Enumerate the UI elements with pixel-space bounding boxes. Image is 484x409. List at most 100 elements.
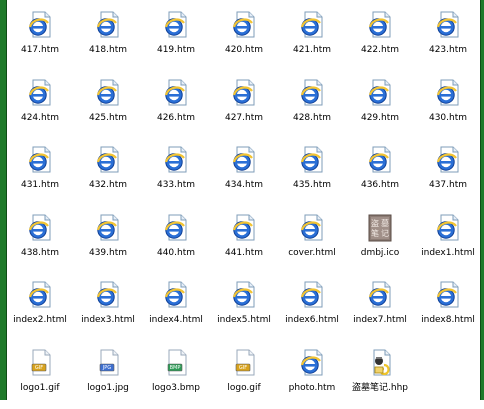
file-item[interactable]: 439.htm bbox=[75, 212, 141, 274]
html-document-icon bbox=[296, 212, 328, 244]
bmp-file-icon: BMP bbox=[160, 347, 192, 379]
html-document-icon bbox=[296, 279, 328, 311]
html-document-icon bbox=[92, 212, 124, 244]
file-item[interactable]: index1.html bbox=[415, 212, 481, 274]
file-item[interactable]: 427.htm bbox=[211, 77, 277, 139]
file-item[interactable]: 430.htm bbox=[415, 77, 481, 139]
html-document-icon bbox=[92, 144, 124, 176]
file-item[interactable]: 433.htm bbox=[143, 144, 209, 206]
file-item[interactable]: 432.htm bbox=[75, 144, 141, 206]
svg-text:GIF: GIF bbox=[239, 365, 247, 371]
html-document-icon bbox=[296, 144, 328, 176]
file-name-label: 420.htm bbox=[224, 45, 264, 55]
file-name-label: cover.html bbox=[288, 247, 336, 258]
file-item[interactable]: 437.htm bbox=[415, 144, 481, 206]
html-document-icon bbox=[296, 347, 328, 379]
html-document-icon bbox=[296, 77, 328, 109]
file-name-label: index4.html bbox=[149, 315, 203, 325]
svg-text:笔: 笔 bbox=[371, 228, 379, 238]
file-item[interactable]: photo.htm bbox=[279, 347, 345, 409]
file-name-label: index6.html bbox=[285, 315, 339, 325]
file-item[interactable]: index2.html bbox=[7, 279, 73, 341]
html-document-icon bbox=[432, 77, 464, 109]
file-item[interactable]: 盗墓笔记 dmbj.ico bbox=[347, 212, 413, 274]
file-name-label: 437.htm bbox=[428, 180, 468, 190]
file-list-view: 417.htm 418.htm 419.htm 420.htm 421.htm 422.h… bbox=[7, 0, 480, 400]
file-item[interactable]: cover.html bbox=[279, 212, 345, 274]
file-item[interactable]: 盗墓笔记.hhp bbox=[347, 347, 413, 409]
html-document-icon bbox=[364, 77, 396, 109]
file-item[interactable]: 435.htm bbox=[279, 144, 345, 206]
file-name-label: 434.htm bbox=[224, 180, 264, 190]
file-item[interactable]: 417.htm bbox=[7, 9, 73, 71]
file-name-label: logo3.bmp bbox=[151, 382, 200, 393]
file-name-label: 438.htm bbox=[20, 247, 60, 258]
file-item[interactable]: JPG logo1.jpg bbox=[75, 347, 141, 409]
file-item[interactable]: index3.html bbox=[75, 279, 141, 341]
file-item[interactable]: GIF logo1.gif bbox=[7, 347, 73, 409]
window-frame-left bbox=[0, 0, 7, 400]
html-document-icon bbox=[160, 212, 192, 244]
file-name-label: 433.htm bbox=[156, 180, 196, 190]
file-item[interactable]: 428.htm bbox=[279, 77, 345, 139]
file-name-label: logo1.gif bbox=[20, 382, 60, 393]
html-document-icon bbox=[432, 144, 464, 176]
file-name-label: index1.html bbox=[421, 247, 475, 258]
file-item[interactable]: 418.htm bbox=[75, 9, 141, 71]
file-name-label: logo.gif bbox=[227, 382, 261, 393]
file-name-label: 盗墓笔记.hhp bbox=[352, 382, 408, 393]
file-item[interactable]: 425.htm bbox=[75, 77, 141, 139]
html-document-icon bbox=[228, 77, 260, 109]
file-item[interactable]: 426.htm bbox=[143, 77, 209, 139]
file-item[interactable]: GIF logo.gif bbox=[211, 347, 277, 409]
jpg-file-icon: JPG bbox=[92, 347, 124, 379]
html-document-icon bbox=[160, 144, 192, 176]
file-item[interactable]: 441.htm bbox=[211, 212, 277, 274]
file-item[interactable]: 424.htm bbox=[7, 77, 73, 139]
hhp-file-icon bbox=[364, 347, 396, 379]
html-document-icon bbox=[24, 144, 56, 176]
file-name-label: 436.htm bbox=[360, 180, 400, 190]
file-name-label: index8.html bbox=[421, 315, 475, 325]
file-item[interactable]: index5.html bbox=[211, 279, 277, 341]
html-document-icon bbox=[228, 212, 260, 244]
file-item[interactable]: 436.htm bbox=[347, 144, 413, 206]
file-name-label: 440.htm bbox=[156, 247, 196, 258]
html-document-icon bbox=[432, 9, 464, 41]
file-item[interactable]: 419.htm bbox=[143, 9, 209, 71]
svg-text:记: 记 bbox=[381, 229, 389, 238]
file-name-label: 418.htm bbox=[88, 45, 128, 55]
html-document-icon bbox=[432, 279, 464, 311]
file-item[interactable]: 438.htm bbox=[7, 212, 73, 274]
file-name-label: dmbj.ico bbox=[360, 247, 400, 258]
html-document-icon bbox=[364, 279, 396, 311]
file-item[interactable]: index8.html bbox=[415, 279, 481, 341]
file-name-label: 431.htm bbox=[20, 180, 60, 190]
file-name-label: logo1.jpg bbox=[87, 382, 129, 393]
file-item[interactable]: 421.htm bbox=[279, 9, 345, 71]
file-item[interactable]: 429.htm bbox=[347, 77, 413, 139]
html-document-icon bbox=[92, 279, 124, 311]
html-document-icon bbox=[24, 77, 56, 109]
file-name-label: 439.htm bbox=[88, 247, 128, 258]
file-name-label: 429.htm bbox=[360, 112, 400, 123]
html-document-icon bbox=[296, 9, 328, 41]
gif-file-icon: GIF bbox=[24, 347, 56, 379]
file-name-label: index5.html bbox=[217, 315, 271, 325]
file-item[interactable]: 431.htm bbox=[7, 144, 73, 206]
file-name-label: 417.htm bbox=[20, 45, 60, 55]
file-item[interactable]: 440.htm bbox=[143, 212, 209, 274]
file-item[interactable]: 434.htm bbox=[211, 144, 277, 206]
file-item[interactable]: 422.htm bbox=[347, 9, 413, 71]
gif-file-icon: GIF bbox=[228, 347, 260, 379]
html-document-icon bbox=[92, 9, 124, 41]
file-item[interactable]: index4.html bbox=[143, 279, 209, 341]
file-item[interactable]: index6.html bbox=[279, 279, 345, 341]
file-item[interactable]: 423.htm bbox=[415, 9, 481, 71]
file-item[interactable]: 420.htm bbox=[211, 9, 277, 71]
file-item[interactable]: index7.html bbox=[347, 279, 413, 341]
file-name-label: 423.htm bbox=[428, 45, 468, 55]
svg-text:BMP: BMP bbox=[170, 365, 181, 371]
html-document-icon bbox=[228, 279, 260, 311]
file-item[interactable]: BMP logo3.bmp bbox=[143, 347, 209, 409]
